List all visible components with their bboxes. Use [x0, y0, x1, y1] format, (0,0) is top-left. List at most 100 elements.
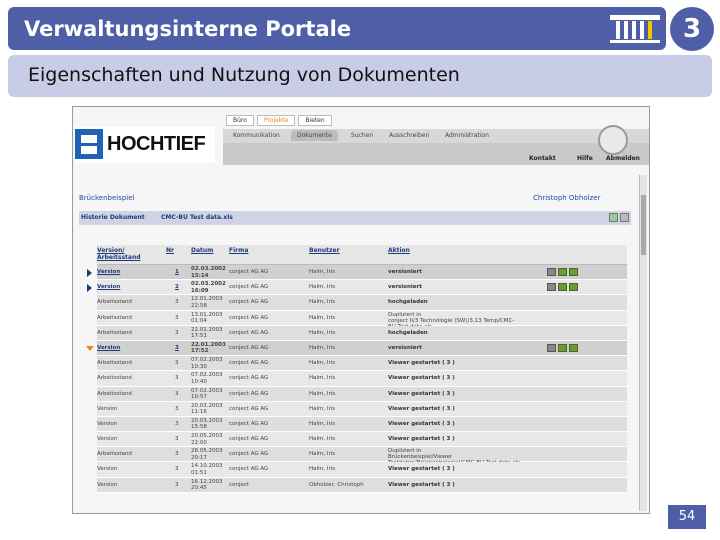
col-nr[interactable]: Nr: [166, 247, 174, 254]
table-row[interactable]: Arbeitsstand 3 07.02.2003 10:40 conject AG A…: [97, 371, 627, 387]
cell-date-day: 02.03.2002: [191, 281, 226, 288]
nav-bieten[interactable]: Bieten: [298, 115, 332, 126]
link-hilfe[interactable]: Hilfe: [577, 155, 593, 162]
cell-nr: 3: [175, 314, 179, 321]
cell-type: Arbeitsstand: [97, 375, 132, 382]
cell-user: Halm, Iris: [309, 390, 336, 397]
table-row[interactable]: Version 3 14.10.2003 01:51 conject AG AG Halm…: [97, 462, 627, 478]
cell-action: Viewer gestartet ( 3 ): [388, 436, 455, 443]
table-row[interactable]: Arbeitsstand 3 07.02.2003 10:30 conject AG A…: [97, 356, 627, 372]
print-icon[interactable]: [620, 213, 629, 222]
expand-arrow-icon[interactable]: [87, 284, 92, 293]
table-row[interactable]: Arbeitsstand 3 13.01.2003 01:04 conject AG A…: [97, 310, 627, 330]
nav-buero[interactable]: Büro: [226, 115, 254, 126]
tab-ausschreiben[interactable]: Ausschreiben: [383, 130, 435, 141]
key-icon[interactable]: [547, 268, 556, 276]
upload-icon[interactable]: [558, 268, 567, 276]
table-row[interactable]: Version 2 02.03.2002 16:09 conject AG AG Halm…: [87, 280, 627, 296]
slide-subtitle: Eigenschaften und Nutzung von Dokumenten: [28, 64, 460, 86]
breadcrumb[interactable]: Brückenbeispiel: [79, 194, 135, 202]
portal-screenshot: HOCHTIEF Büro Projekte Bieten Kommunikat…: [72, 106, 650, 514]
table-row[interactable]: Arbeitsstand 3 07.02.2003 10:57 conject AG A…: [97, 386, 627, 402]
col-benutzer[interactable]: Benutzer: [309, 247, 340, 254]
export-icon[interactable]: [609, 213, 618, 222]
cell-nr[interactable]: 1: [175, 269, 179, 275]
cell-user: Halm, Iris: [309, 420, 336, 427]
cell-date: 20.03.2003 11:16: [191, 403, 223, 416]
cell-date: 14.10.2003 01:51: [191, 463, 223, 476]
key-icon[interactable]: [547, 343, 556, 352]
cell-date: 13.01.2003 01:04: [191, 312, 223, 325]
upload-icon[interactable]: [558, 343, 567, 352]
scrollbar[interactable]: [639, 175, 647, 511]
expand-arrow-icon[interactable]: [87, 269, 92, 277]
col-firma[interactable]: Firma: [229, 247, 248, 254]
tab-suchen[interactable]: Suchen: [345, 130, 379, 141]
cell-date-time: 17:51: [191, 333, 207, 340]
cell-type[interactable]: Version: [97, 345, 120, 351]
download-icon[interactable]: [569, 283, 578, 292]
expand-arrow-icon[interactable]: [86, 345, 94, 351]
cell-date-day: 20.05.2003: [191, 433, 223, 440]
cell-nr[interactable]: 3: [175, 345, 179, 351]
cell-date-day: 13.01.2003: [191, 311, 223, 318]
col-datum[interactable]: Datum: [191, 247, 213, 254]
cell-nr: 3: [175, 451, 179, 458]
cell-nr: 3: [175, 420, 179, 427]
cell-firm: conject AG AG: [229, 344, 269, 351]
cell-date: 02.03.2002 16:09: [191, 281, 226, 294]
cell-user: Halm, Iris: [309, 269, 336, 275]
cell-action: Viewer gestartet ( 3 ): [388, 375, 455, 382]
table-row[interactable]: Version 1 02.03.2002 15:14 conject AG AG Halm…: [87, 265, 627, 281]
table-row[interactable]: Version 3 20.05.2003 22:00 conject AG AG Halm…: [97, 432, 627, 448]
upload-icon[interactable]: [558, 283, 567, 292]
cell-nr: 3: [175, 360, 179, 367]
col-aktion[interactable]: Aktion: [388, 247, 410, 254]
cell-date-day: 22.01.2003: [191, 341, 226, 348]
cell-date-time: 22:58: [191, 302, 207, 309]
link-kontakt[interactable]: Kontakt: [529, 155, 556, 162]
cell-user: Halm, Iris: [309, 375, 336, 382]
title-bar: Verwaltungsinterne Portale: [8, 7, 666, 50]
download-icon[interactable]: [569, 343, 578, 352]
table-row[interactable]: Version 3 16.12.2003 20:45 conject Obholzer, …: [97, 477, 627, 493]
table-row[interactable]: Version 3 22.01.2003 17:52 conject AG AG Halm…: [86, 340, 627, 357]
cell-user: Halm, Iris: [309, 466, 336, 473]
cell-firm: conject AG AG: [229, 269, 269, 275]
tab-dokumente[interactable]: Dokumente: [291, 130, 338, 141]
cell-nr: 3: [175, 375, 179, 382]
cell-type[interactable]: Version: [97, 269, 120, 275]
cell-action: Viewer gestartet ( 3 ): [388, 360, 455, 367]
cell-date-day: 07.02.2003: [191, 372, 223, 379]
subtitle-bar: Eigenschaften und Nutzung von Dokumenten: [8, 55, 712, 97]
scrollbar-thumb[interactable]: [641, 195, 646, 255]
key-icon[interactable]: [547, 283, 556, 292]
table-row[interactable]: Version 3 20.03.2003 11:16 conject AG AG Halm…: [97, 401, 627, 417]
col-version[interactable]: Version/ Arbeitsstand: [97, 247, 167, 261]
cell-date-day: 02.03.2002: [191, 266, 226, 272]
table-row[interactable]: Version 3 20.03.2003 15:58 conject AG AG Halm…: [97, 416, 627, 433]
cell-firm: conject AG AG: [229, 360, 269, 367]
logo-text: HOCHTIEF: [107, 133, 206, 155]
tab-kommunikation[interactable]: Kommunikation: [227, 130, 286, 141]
cell-date: 07.02.2003 10:40: [191, 372, 223, 385]
cell-type: Arbeitsstand: [97, 299, 132, 306]
link-abmelden[interactable]: Abmelden: [606, 155, 640, 162]
table-row[interactable]: Arbeitsstand 3 22.01.2003 17:51 conject AG A…: [97, 325, 627, 341]
cell-date-day: 07.02.2003: [191, 357, 223, 364]
table-row[interactable]: Arbeitsstand 3 28.05.2003 20:17 conject AG A…: [97, 447, 627, 466]
slide: Verwaltungsinterne Portale 3 Eigenschaft…: [0, 0, 720, 540]
cell-user: Obholzer, Christoph: [309, 481, 364, 488]
download-icon[interactable]: [569, 268, 578, 276]
cell-nr[interactable]: 2: [175, 284, 179, 290]
cell-type[interactable]: Version: [97, 284, 120, 290]
section-number-badge: 3: [670, 7, 714, 51]
nav-projekte[interactable]: Projekte: [256, 115, 296, 126]
table-row[interactable]: Arbeitsstand 3 12.01.2003 22:58 conject AG A…: [97, 295, 627, 311]
cell-firm: conject AG AG: [229, 405, 269, 412]
cell-type: Version: [97, 466, 118, 473]
cell-type: Version: [97, 405, 118, 412]
tab-administration[interactable]: Administration: [439, 130, 495, 141]
cell-action: Viewer gestartet ( 3 ): [388, 390, 455, 397]
slide-title: Verwaltungsinterne Portale: [24, 17, 352, 41]
